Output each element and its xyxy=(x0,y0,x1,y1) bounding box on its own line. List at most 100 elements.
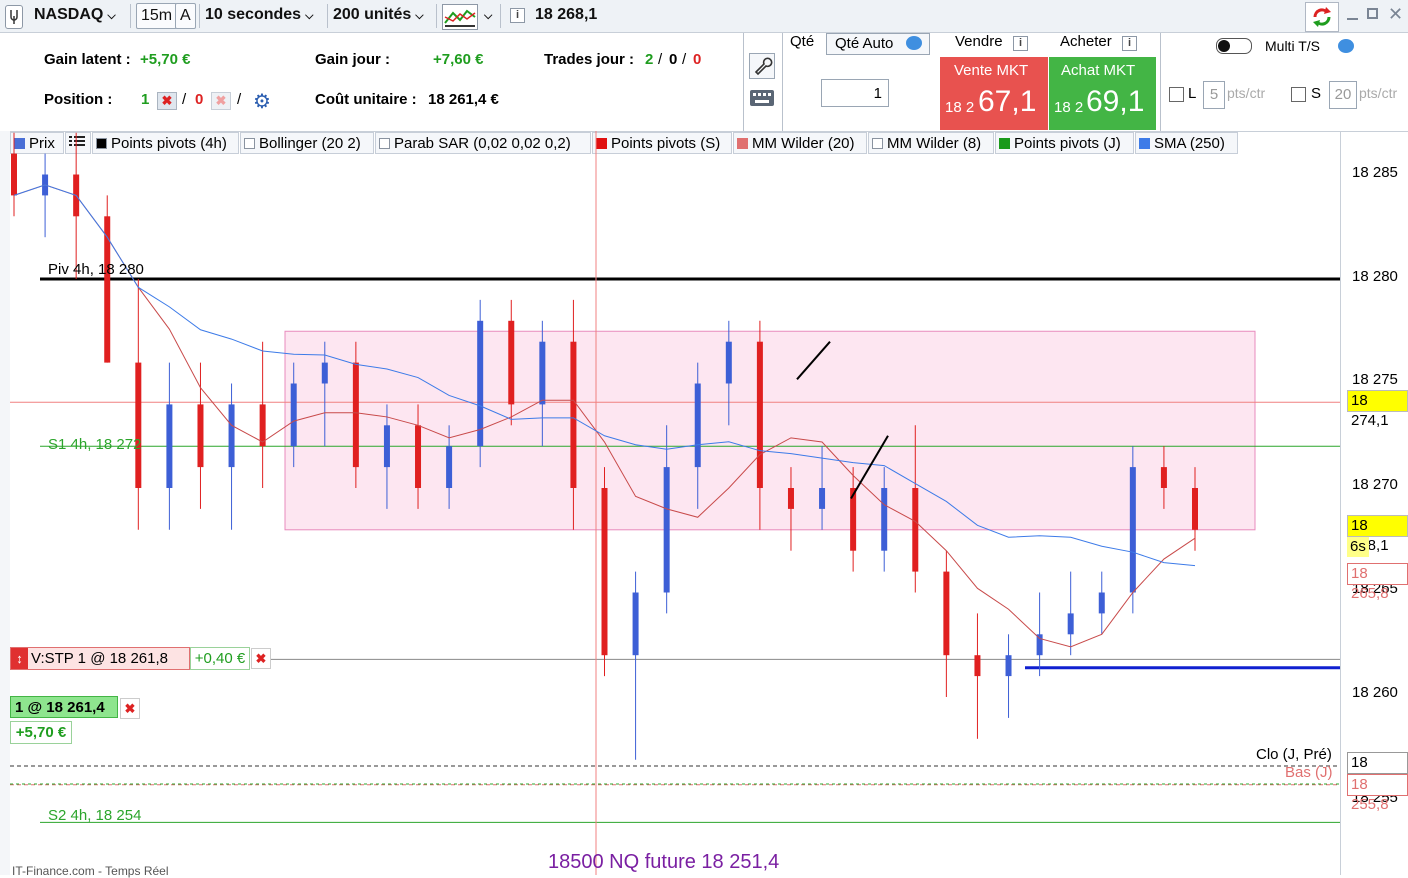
stop-order-label: V:STP 1 @ 18 261,8 xyxy=(31,650,168,667)
minimize-icon[interactable] xyxy=(1347,9,1359,21)
info-icon[interactable]: i xyxy=(1013,36,1028,51)
sell-market-button[interactable]: Vente MKT 18 2 67,1 xyxy=(940,57,1048,130)
refresh-icon[interactable] xyxy=(1305,2,1339,32)
candle-body xyxy=(415,425,422,488)
stop-gain-tag: +0,40 € xyxy=(190,647,250,670)
close-long-icon[interactable]: ✖ xyxy=(157,92,177,110)
position-tag[interactable]: 1 @ 18 261,4 xyxy=(10,696,118,718)
candle-body xyxy=(881,488,888,551)
s-checkbox[interactable] xyxy=(1291,87,1306,102)
gain-latent-value: +5,70 € xyxy=(140,51,191,68)
axis-tick: 18 280 xyxy=(1352,268,1398,285)
nq-future-label: 18500 NQ future 18 251,4 xyxy=(548,851,780,873)
position-label: Position : xyxy=(44,91,113,108)
help-icon[interactable] xyxy=(1338,39,1354,53)
candle-body xyxy=(477,320,484,447)
axis-tick: 18 285 xyxy=(1352,164,1398,181)
chevron-down-icon: ⌵ xyxy=(305,10,314,22)
ma-price-tag: 18 265,8 xyxy=(1347,563,1408,602)
last-price: 18 268,1 xyxy=(535,6,598,23)
multi-ts-toggle[interactable] xyxy=(1216,38,1252,54)
info-icon[interactable]: i xyxy=(510,8,525,23)
close-short-icon[interactable]: ✖ xyxy=(211,92,231,110)
candle-body xyxy=(383,425,390,468)
candle-body xyxy=(228,404,235,468)
close-position-icon[interactable]: ✖ xyxy=(120,698,140,719)
units-label: 200 unités xyxy=(333,6,412,23)
s1-4h-label: S1 4h, 18 272 xyxy=(48,436,142,453)
chevron-down-icon: ⌵ xyxy=(107,10,116,22)
candle-body xyxy=(1036,634,1043,656)
multi-ts-label: Multi T/S xyxy=(1265,38,1320,54)
candle-body xyxy=(1067,613,1074,635)
candle-body xyxy=(539,341,546,405)
candle-body xyxy=(352,362,359,468)
buy-price: 69,1 xyxy=(1086,85,1145,118)
sell-market-label: Vente MKT xyxy=(954,62,1029,79)
interval-selector[interactable]: 10 secondes ⌵ xyxy=(205,3,313,27)
s-points-input[interactable]: 20 xyxy=(1329,81,1357,109)
price-chart[interactable] xyxy=(0,131,1408,875)
gears-icon[interactable]: ⚙ xyxy=(253,89,271,114)
candle-body xyxy=(819,488,826,509)
help-icon[interactable] xyxy=(906,36,922,50)
mode-button[interactable]: A xyxy=(175,3,196,29)
close-icon[interactable]: ✕ xyxy=(1388,4,1403,25)
sell-price: 67,1 xyxy=(978,85,1037,118)
candle-body xyxy=(135,362,142,488)
candle-body xyxy=(787,488,794,509)
ref-price-tag: 18 274,1 xyxy=(1347,390,1408,429)
countdown-tag: 6s xyxy=(1347,537,1369,557)
position-gain-tag: +5,70 € xyxy=(10,721,72,744)
cancel-stop-icon[interactable]: ✖ xyxy=(251,648,271,669)
link-icon[interactable] xyxy=(5,5,23,29)
keyboard-icon[interactable] xyxy=(749,87,775,109)
stop-order-tag[interactable]: ↕ V:STP 1 @ 18 261,8 xyxy=(10,647,190,670)
position-separator: / xyxy=(182,91,187,108)
trades-separator: / xyxy=(658,51,663,68)
candle-body xyxy=(446,446,453,488)
units-selector[interactable]: 200 unités ⌵ xyxy=(333,3,424,27)
data-source-label: IT-Finance.com - Temps Réel xyxy=(12,864,169,878)
chart-type-icon[interactable] xyxy=(442,4,478,30)
s2-4h-label: S2 4h, 18 254 xyxy=(48,807,142,824)
gain-jour-value: +7,60 € xyxy=(433,51,484,68)
maximize-icon[interactable] xyxy=(1367,8,1378,19)
info-icon[interactable]: i xyxy=(1122,36,1137,51)
timeframe-button[interactable]: 15m xyxy=(136,3,178,29)
l-unit: pts/ctr xyxy=(1227,85,1266,101)
trades-separator: / xyxy=(682,51,687,68)
candle-body xyxy=(1098,592,1105,614)
candle-body xyxy=(166,404,173,488)
sell-header: Vendre xyxy=(955,33,1003,50)
sell-price-prefix: 18 2 xyxy=(945,99,975,116)
candle-body xyxy=(694,383,701,468)
candle-body xyxy=(974,655,981,677)
move-order-icon[interactable]: ↕ xyxy=(11,648,28,669)
candle-body xyxy=(1005,655,1012,677)
position-short: 0 xyxy=(195,91,204,108)
cout-label: Coût unitaire : xyxy=(315,91,417,108)
l-points-input[interactable]: 5 xyxy=(1203,81,1225,109)
cout-value: 18 261,4 € xyxy=(428,91,499,108)
instrument-selector[interactable]: NASDAQ ⌵ xyxy=(34,3,116,27)
wrench-icon[interactable] xyxy=(749,53,775,79)
candle-body xyxy=(104,216,111,363)
l-checkbox[interactable] xyxy=(1169,87,1184,102)
candle-body xyxy=(725,341,732,384)
buy-market-button[interactable]: Achat MKT 18 2 69,1 xyxy=(1049,57,1156,130)
gain-jour-label: Gain jour : xyxy=(315,51,390,68)
qty-input[interactable]: 1 xyxy=(821,79,889,107)
trades-mid: 0 xyxy=(669,51,678,68)
chart-type-chevron-icon[interactable]: ⌵ xyxy=(480,3,492,27)
position-long: 1 xyxy=(141,91,150,108)
axis-tick: 18 260 xyxy=(1352,684,1398,701)
candle-body xyxy=(663,467,670,593)
position-separator: / xyxy=(237,91,242,108)
candle-body xyxy=(943,571,950,656)
candle-body xyxy=(1129,467,1136,593)
interval-label: 10 secondes xyxy=(205,6,302,23)
ts-panel: Multi T/S L 5 pts/ctr S 20 pts/ctr xyxy=(1160,33,1408,131)
instrument-label: NASDAQ xyxy=(34,6,104,23)
candle-body xyxy=(259,404,266,447)
